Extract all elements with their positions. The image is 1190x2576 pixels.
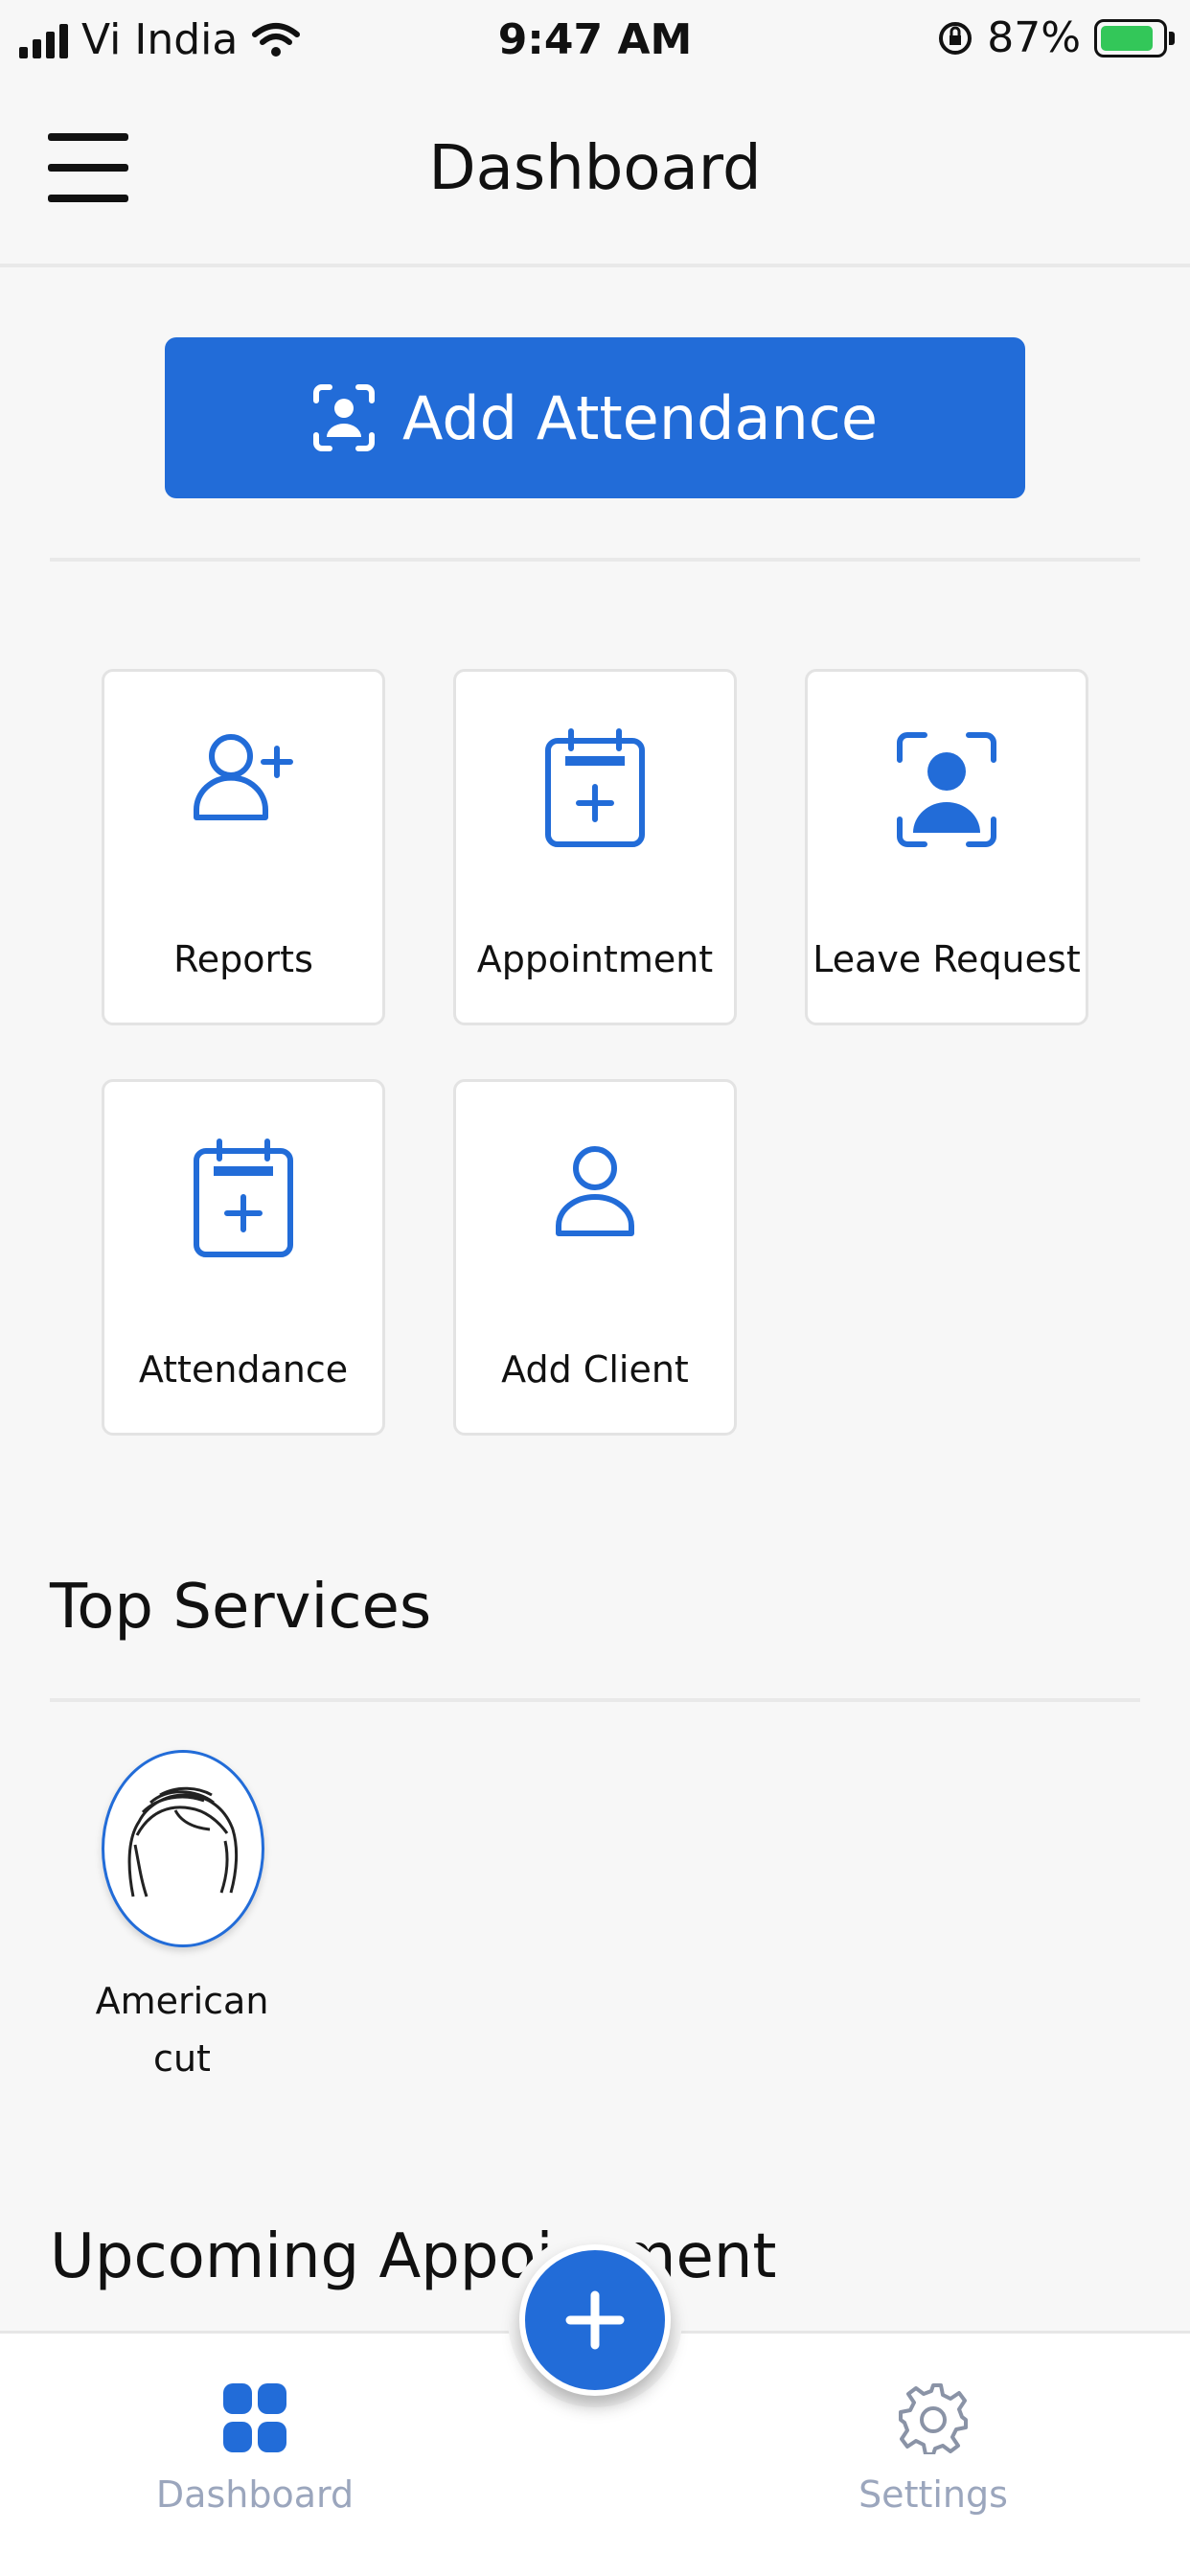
tile-appointment[interactable]: Appointment xyxy=(453,669,737,1025)
service-label: American cut xyxy=(57,1972,307,2087)
rotation-lock-icon xyxy=(939,21,973,55)
tile-reports[interactable]: Reports xyxy=(102,669,385,1025)
battery-icon xyxy=(1094,18,1175,58)
nav-label-dashboard: Dashboard xyxy=(155,2473,355,2516)
tile-add-client[interactable]: Add Client xyxy=(453,1079,737,1436)
tile-attendance[interactable]: Attendance xyxy=(102,1079,385,1436)
grid-icon xyxy=(223,2383,286,2452)
gear-icon xyxy=(899,2383,968,2456)
tile-label: Reports xyxy=(173,938,313,980)
person-add-icon xyxy=(194,734,293,820)
nav-label-settings: Settings xyxy=(858,2473,1008,2516)
calendar-add-icon xyxy=(194,1138,293,1257)
nav-item-dashboard[interactable]: Dashboard xyxy=(111,2381,399,2516)
service-label-line2: cut xyxy=(153,2037,211,2080)
face-scan-icon xyxy=(897,732,996,847)
battery-percent: 87% xyxy=(987,13,1081,62)
header: Dashboard xyxy=(0,91,1190,267)
calendar-add-icon xyxy=(545,728,645,847)
face-scan-icon xyxy=(313,384,375,451)
person-icon xyxy=(556,1146,634,1236)
battery-fill xyxy=(1101,25,1153,51)
add-fab-button[interactable] xyxy=(519,2244,671,2396)
divider xyxy=(50,558,1140,562)
top-services-title: Top Services xyxy=(50,1572,432,1643)
service-label-line1: American xyxy=(95,1980,269,2022)
plus-icon xyxy=(565,2290,625,2350)
add-attendance-label: Add Attendance xyxy=(402,382,878,453)
app-screen: Vi India 9:47 AM 87% Dashboard Add Atten… xyxy=(0,0,1190,2576)
add-attendance-button[interactable]: Add Attendance xyxy=(165,337,1025,498)
divider xyxy=(50,1698,1140,1702)
nav-item-settings[interactable]: Settings xyxy=(790,2381,1077,2516)
status-right: 87% xyxy=(937,13,1175,62)
tile-label: Attendance xyxy=(138,1348,349,1391)
tile-label: Add Client xyxy=(501,1348,689,1391)
status-bar: Vi India 9:47 AM 87% xyxy=(0,0,1190,81)
tile-label: Leave Request xyxy=(812,938,1081,980)
tile-leave-request[interactable]: Leave Request xyxy=(805,669,1088,1025)
hair-icon xyxy=(127,1786,239,1898)
tile-label: Appointment xyxy=(476,938,714,980)
service-american-cut[interactable] xyxy=(102,1750,264,1947)
page-title: Dashboard xyxy=(428,133,762,204)
